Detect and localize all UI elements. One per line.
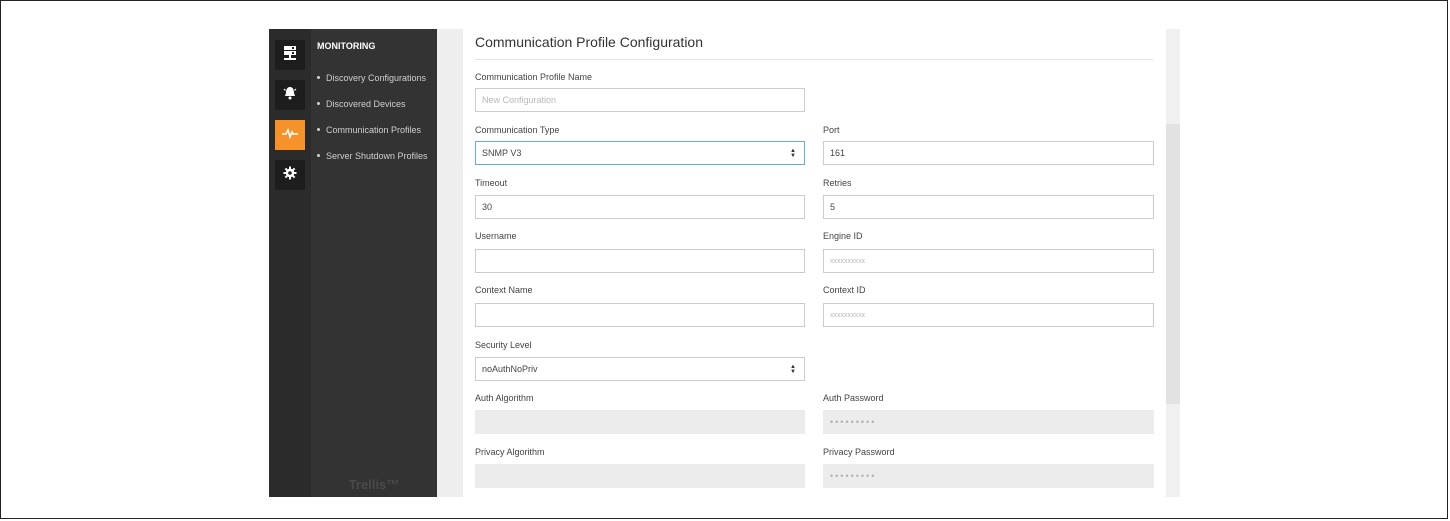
sidebar-item-label: Discovered Devices (326, 99, 406, 109)
rail-button-settings[interactable] (275, 160, 305, 190)
bell-icon (282, 85, 298, 106)
content-gutter (437, 29, 463, 497)
sidebar-section-title: MONITORING (317, 41, 376, 51)
app-window: MONITORING Discovery Configurations Disc… (269, 29, 1180, 497)
bullet-icon (317, 76, 320, 80)
auth-password-label: Auth Password (823, 393, 884, 403)
server-icon (283, 45, 297, 66)
scrollbar-thumb[interactable] (1166, 124, 1180, 404)
rail-button-server[interactable] (275, 40, 305, 70)
sidebar-item-communication-profiles[interactable]: Communication Profiles (317, 125, 421, 135)
profile-name-input[interactable] (475, 88, 805, 112)
icon-rail (269, 29, 311, 497)
bullet-icon (317, 154, 320, 158)
sidebar-item-label: Server Shutdown Profiles (326, 151, 428, 161)
security-level-select[interactable]: noAuthNoPriv ▲ ▼ (475, 357, 805, 381)
context-id-label: Context ID (823, 285, 866, 295)
page-title: Communication Profile Configuration (475, 34, 703, 50)
main-content: Communication Profile Configuration Comm… (463, 29, 1166, 497)
port-input[interactable]: 161 (823, 141, 1154, 165)
scrollbar[interactable] (1166, 29, 1180, 497)
brand-logo: Trellis™ (348, 477, 400, 492)
retries-input[interactable]: 5 (823, 195, 1154, 219)
privacy-algorithm-label: Privacy Algorithm (475, 447, 545, 457)
privacy-algorithm-select (475, 464, 805, 488)
timeout-label: Timeout (475, 178, 508, 188)
auth-algorithm-select (475, 410, 805, 434)
sidebar-item-label: Discovery Configurations (326, 73, 427, 83)
timeout-input[interactable]: 30 (475, 195, 805, 219)
communication-type-label: Communication Type (475, 125, 560, 135)
username-label: Username (475, 231, 517, 241)
sidebar-item-discovery-configurations[interactable]: Discovery Configurations (317, 73, 426, 83)
engine-id-input[interactable] (823, 249, 1154, 273)
context-name-label: Context Name (475, 285, 533, 295)
privacy-password-input: ••••••••• (823, 464, 1154, 488)
title-divider (475, 59, 1153, 60)
context-name-input[interactable] (475, 303, 805, 327)
sidebar-item-server-shutdown-profiles[interactable]: Server Shutdown Profiles (317, 151, 428, 161)
profile-name-label: Communication Profile Name (475, 72, 593, 82)
communication-type-value: SNMP V3 (482, 148, 522, 158)
sidebar: MONITORING Discovery Configurations Disc… (311, 29, 437, 497)
sidebar-item-discovered-devices[interactable]: Discovered Devices (317, 99, 406, 109)
security-level-label: Security Level (475, 340, 532, 350)
select-arrows-icon: ▲ ▼ (790, 364, 796, 375)
privacy-password-label: Privacy Password (823, 447, 895, 457)
bullet-icon (317, 128, 320, 132)
engine-id-label: Engine ID (823, 231, 863, 241)
sidebar-item-label: Communication Profiles (326, 125, 422, 135)
retries-label: Retries (823, 178, 852, 188)
rail-button-alarms[interactable] (275, 80, 305, 110)
context-id-input[interactable] (823, 303, 1154, 327)
pulse-icon (282, 126, 298, 144)
rail-button-monitoring[interactable] (275, 120, 305, 150)
security-level-value: noAuthNoPriv (482, 364, 538, 374)
port-label: Port (823, 125, 840, 135)
communication-type-select[interactable]: SNMP V3 ▲ ▼ (475, 141, 805, 165)
auth-algorithm-label: Auth Algorithm (475, 393, 534, 403)
select-arrows-icon: ▲ ▼ (790, 148, 796, 159)
username-input[interactable] (475, 249, 805, 273)
bullet-icon (317, 102, 320, 106)
auth-password-input: ••••••••• (823, 410, 1154, 434)
gear-icon (283, 166, 297, 185)
